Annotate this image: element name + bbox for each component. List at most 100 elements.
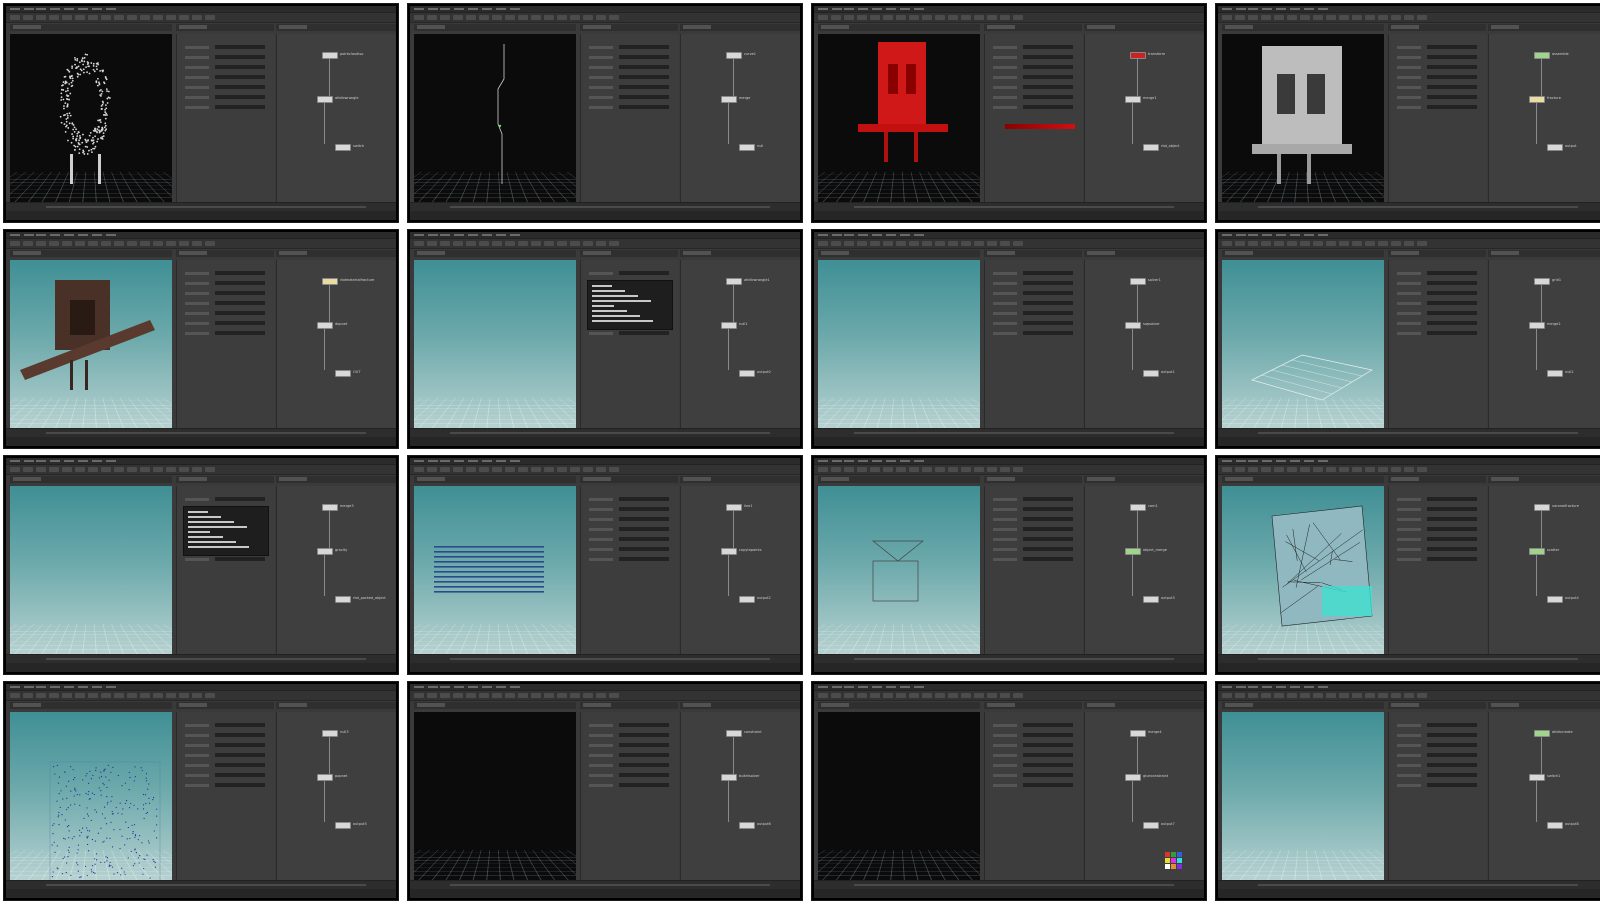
- shelf-tool-button[interactable]: [440, 241, 450, 246]
- shelf-tool-button[interactable]: [179, 467, 189, 472]
- parameter-field[interactable]: [1427, 105, 1477, 109]
- shelf-tool-button[interactable]: [1378, 693, 1388, 698]
- shelf-tool-button[interactable]: [1248, 241, 1258, 246]
- parameters-tab[interactable]: [987, 703, 1015, 707]
- shelf-tool-button[interactable]: [1000, 241, 1010, 246]
- menu-item[interactable]: [78, 8, 88, 10]
- shelf-tool-button[interactable]: [479, 467, 489, 472]
- shelf-tool-button[interactable]: [49, 241, 59, 246]
- shelf-tool-button[interactable]: [62, 693, 72, 698]
- scene-view-tab[interactable]: [1225, 251, 1253, 255]
- shelf-tool-button[interactable]: [909, 241, 919, 246]
- network-tab[interactable]: [1087, 25, 1115, 29]
- menu-item[interactable]: [1222, 234, 1232, 236]
- network-node[interactable]: [739, 144, 755, 151]
- parameter-field[interactable]: [619, 45, 669, 49]
- shelf-tool-button[interactable]: [831, 15, 841, 20]
- scene-viewport[interactable]: [10, 712, 172, 882]
- parameter-field[interactable]: [1023, 517, 1073, 521]
- shelf-tool-button[interactable]: [23, 241, 33, 246]
- shelf-tool-button[interactable]: [596, 15, 606, 20]
- shelf-tool-button[interactable]: [857, 15, 867, 20]
- shelf-tool-button[interactable]: [153, 693, 163, 698]
- shelf-tool-button[interactable]: [1013, 241, 1023, 246]
- shelf-tool-button[interactable]: [544, 693, 554, 698]
- houdini-thumbnail-15[interactable]: merge4 glueconstraint output7: [811, 681, 1207, 901]
- parameter-field[interactable]: [1427, 517, 1477, 521]
- shelf-tool-button[interactable]: [179, 241, 189, 246]
- shelf-tool-button[interactable]: [1352, 467, 1362, 472]
- network-tab[interactable]: [279, 25, 307, 29]
- network-node[interactable]: [317, 96, 333, 103]
- scene-view-tab[interactable]: [821, 251, 849, 255]
- menu-item[interactable]: [106, 234, 116, 236]
- shelf-tool-button[interactable]: [1313, 693, 1323, 698]
- network-node[interactable]: [1125, 322, 1141, 329]
- network-tab[interactable]: [1491, 477, 1519, 481]
- shelf-tool-button[interactable]: [427, 467, 437, 472]
- shelf-tool-button[interactable]: [857, 693, 867, 698]
- shelf-tool-button[interactable]: [1365, 241, 1375, 246]
- shelf-tool-button[interactable]: [544, 467, 554, 472]
- parameter-field[interactable]: [619, 537, 669, 541]
- shelf-tool-button[interactable]: [1365, 15, 1375, 20]
- network-tab[interactable]: [683, 477, 711, 481]
- shelf-tool-button[interactable]: [844, 15, 854, 20]
- parameter-field[interactable]: [1427, 537, 1477, 541]
- parameter-field[interactable]: [1427, 783, 1477, 787]
- network-editor[interactable]: null3 popnet output5: [276, 712, 396, 882]
- scene-view-tab[interactable]: [821, 477, 849, 481]
- shelf-tool-button[interactable]: [1391, 693, 1401, 698]
- shelf-tool-button[interactable]: [935, 241, 945, 246]
- parameter-field[interactable]: [1427, 55, 1477, 59]
- network-tab[interactable]: [683, 703, 711, 707]
- menu-item[interactable]: [1248, 460, 1258, 462]
- menu-item[interactable]: [454, 8, 464, 10]
- shelf-tool-button[interactable]: [818, 241, 828, 246]
- network-node[interactable]: [721, 96, 737, 103]
- shelf-tool-button[interactable]: [948, 467, 958, 472]
- shelf-tool-button[interactable]: [140, 693, 150, 698]
- menu-item[interactable]: [914, 234, 924, 236]
- shelf-tool-button[interactable]: [440, 693, 450, 698]
- menu-item[interactable]: [414, 234, 424, 236]
- shelf-tool-button[interactable]: [1261, 467, 1271, 472]
- parameter-field[interactable]: [1427, 45, 1477, 49]
- shelf-tool-button[interactable]: [205, 15, 215, 20]
- shelf-tool-button[interactable]: [987, 241, 997, 246]
- menu-item[interactable]: [50, 686, 60, 688]
- shelf-tool-button[interactable]: [883, 693, 893, 698]
- parameters-tab[interactable]: [583, 251, 611, 255]
- shelf-tool-button[interactable]: [1404, 241, 1414, 246]
- timeline-track[interactable]: [854, 884, 1174, 886]
- shelf-tool-button[interactable]: [179, 15, 189, 20]
- network-editor[interactable]: attribcreate switch1 output8: [1488, 712, 1600, 882]
- menu-item[interactable]: [1222, 460, 1232, 462]
- menu-item[interactable]: [844, 8, 854, 10]
- parameters-tab[interactable]: [987, 25, 1015, 29]
- parameter-field[interactable]: [215, 271, 265, 275]
- scene-view-tab[interactable]: [821, 703, 849, 707]
- parameter-field[interactable]: [1023, 75, 1073, 79]
- menu-item[interactable]: [858, 686, 868, 688]
- menu-item[interactable]: [1318, 8, 1328, 10]
- shelf-tool-button[interactable]: [557, 241, 567, 246]
- shelf-tool-button[interactable]: [1248, 467, 1258, 472]
- shelf-tool-button[interactable]: [440, 15, 450, 20]
- shelf-tool-button[interactable]: [479, 693, 489, 698]
- menu-item[interactable]: [510, 8, 520, 10]
- menu-item[interactable]: [1304, 8, 1314, 10]
- shelf-tool-button[interactable]: [570, 15, 580, 20]
- menu-item[interactable]: [482, 234, 492, 236]
- color-palette-swatch[interactable]: [1177, 852, 1182, 857]
- playbar-timeline[interactable]: [814, 880, 1204, 889]
- scene-view-tab[interactable]: [417, 25, 445, 29]
- shelf-tool-button[interactable]: [1235, 467, 1245, 472]
- network-editor[interactable]: pointcloudiso attribwrangle switch: [276, 34, 396, 204]
- shelf-tool-button[interactable]: [466, 693, 476, 698]
- parameter-field[interactable]: [619, 773, 669, 777]
- parameter-field[interactable]: [1427, 773, 1477, 777]
- parameter-field[interactable]: [215, 773, 265, 777]
- shelf-tool-button[interactable]: [153, 467, 163, 472]
- shelf-tool-button[interactable]: [453, 15, 463, 20]
